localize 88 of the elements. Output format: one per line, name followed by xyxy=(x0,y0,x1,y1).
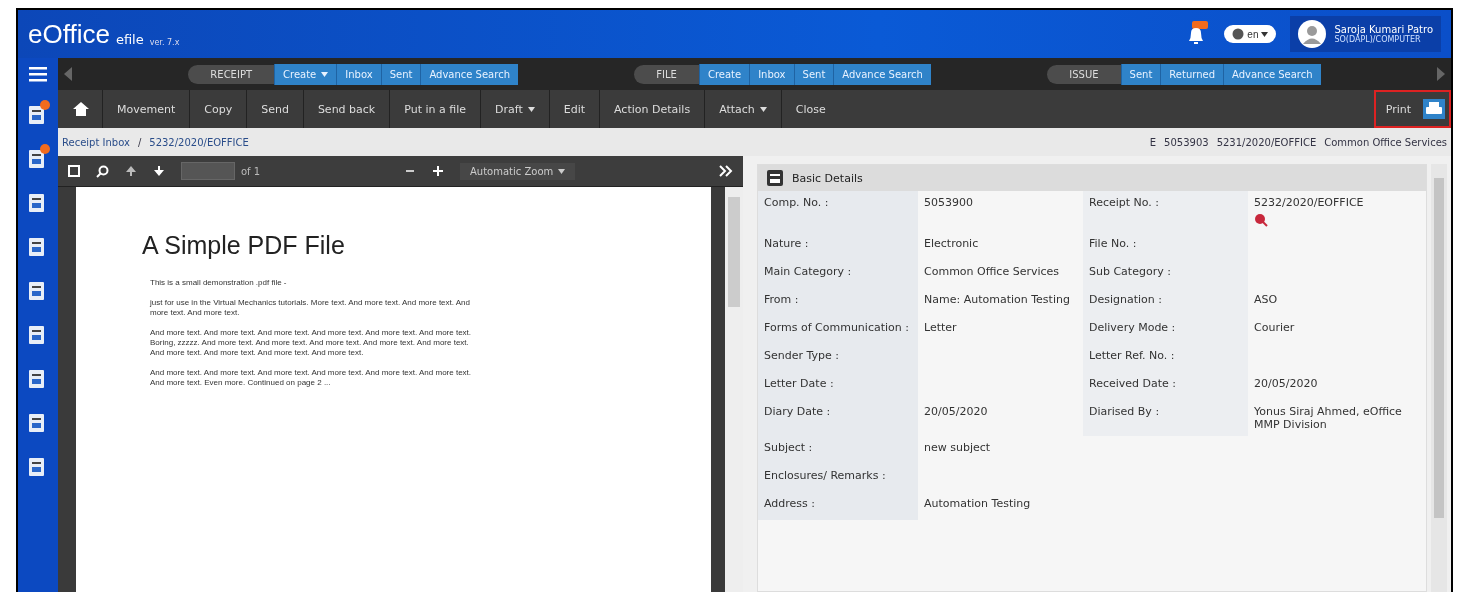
field-value: Common Office Services xyxy=(924,265,1060,278)
zoom-in-icon[interactable] xyxy=(431,165,444,177)
version-label: ver. 7.x xyxy=(149,38,180,47)
module-label: FILE xyxy=(634,64,699,84)
module-link[interactable]: Inbox xyxy=(749,63,794,85)
field-label: Nature : xyxy=(764,237,809,250)
field-label: Comp. No. : xyxy=(764,196,829,209)
module-link[interactable]: Sent xyxy=(1120,63,1161,85)
field-label: Letter Ref. No. : xyxy=(1089,349,1175,362)
field-value: 5053900 xyxy=(924,196,973,209)
field-value: 20/05/2020 xyxy=(924,405,988,418)
field-label: Diary Date : xyxy=(764,405,831,418)
field-label: Sender Type : xyxy=(764,349,839,362)
pdf-paragraph: And more text. And more text. And more text. And more text. And more text. And more text. And more text. Even more. Continued on page 2 ... xyxy=(150,368,473,388)
field-label: Sub Category : xyxy=(1089,265,1171,278)
field-value: ASO xyxy=(1254,293,1278,306)
pdf-paragraph: This is a small demonstration .pdf file - xyxy=(150,278,288,288)
field-value: Automation Testing xyxy=(924,497,1031,510)
caret-icon xyxy=(558,169,566,174)
breadcrumb-separator: / xyxy=(137,136,142,148)
down-arrow-icon[interactable] xyxy=(153,165,165,177)
field-value: 20/05/2020 xyxy=(1254,377,1318,390)
field-label: Subject : xyxy=(764,441,813,454)
field-label: Enclosures/ Remarks : xyxy=(764,469,886,482)
field-label: Main Category : xyxy=(764,265,852,278)
field-label: Address : xyxy=(764,497,815,510)
field-label: Received Date : xyxy=(1089,377,1177,390)
language-selector[interactable]: en xyxy=(1224,25,1277,43)
print-icon[interactable] xyxy=(1423,99,1445,119)
field-value: Letter xyxy=(924,321,957,334)
caret-icon xyxy=(321,72,329,77)
pdf-paragraph: just for use in the Virtual Mechanics tutorials. More text. And more text. And more text. And more text. And more text. xyxy=(150,298,471,318)
page-number-field[interactable] xyxy=(181,162,235,180)
summary-text: 5053903 xyxy=(1164,136,1209,148)
module-link[interactable]: Advance Search xyxy=(833,63,931,85)
field-label: Diarised By : xyxy=(1089,405,1160,418)
module-link[interactable]: Returned xyxy=(1160,63,1223,85)
breadcrumb-link[interactable]: Receipt Inbox xyxy=(62,136,130,148)
scroll-right-icon[interactable] xyxy=(1436,67,1445,81)
double-chevron-icon[interactable] xyxy=(719,165,733,177)
module-link[interactable]: Inbox xyxy=(336,63,381,85)
section-title: Basic Details xyxy=(792,171,863,185)
up-arrow-icon[interactable] xyxy=(125,165,137,177)
field-value: Name: Automation Testing xyxy=(924,293,1070,306)
avatar-icon[interactable] xyxy=(1298,20,1327,48)
summary-text: E xyxy=(1149,136,1157,148)
field-value: Electronic xyxy=(924,237,979,250)
field-label: Receipt No. : xyxy=(1089,196,1160,209)
home-icon[interactable] xyxy=(72,101,90,117)
zoom-dropdown[interactable]: Automatic Zoom xyxy=(459,162,576,180)
user-name[interactable]: Saroja Kumari Patro xyxy=(1334,24,1433,35)
menu-icon[interactable] xyxy=(29,66,47,82)
caret-icon xyxy=(527,107,535,112)
breadcrumb-current: 5232/2020/EOFFICE xyxy=(149,136,249,148)
caret-icon xyxy=(759,107,767,112)
user-role: SO(DAPL)/COMPUTER xyxy=(1334,35,1422,44)
field-label: Designation : xyxy=(1089,293,1162,306)
scrollbar-thumb[interactable] xyxy=(1434,178,1444,518)
module-link[interactable]: Advance Search xyxy=(1223,63,1321,85)
field-label: From : xyxy=(764,293,799,306)
search-icon[interactable] xyxy=(96,164,109,178)
field-value: Yonus Siraj Ahmed, eOffice MMP Division xyxy=(1254,405,1402,431)
field-label: File No. : xyxy=(1089,237,1137,250)
field-value: Courier xyxy=(1254,321,1295,334)
field-label: Delivery Mode : xyxy=(1089,321,1176,334)
page-count: of 1 xyxy=(241,165,261,177)
module-label: RECEIPT xyxy=(188,64,274,84)
field-value: 5232/2020/EOFFICE xyxy=(1254,196,1364,209)
module-link[interactable]: Sent xyxy=(793,63,834,85)
sidebar-toggle-icon[interactable] xyxy=(68,165,80,177)
globe-icon xyxy=(1232,28,1245,40)
caret-icon xyxy=(1261,31,1269,37)
module-link[interactable]: Advance Search xyxy=(420,63,518,85)
module-label: ISSUE xyxy=(1047,64,1121,84)
scroll-left-icon[interactable] xyxy=(64,67,72,81)
product-name: efile xyxy=(115,32,144,47)
pdf-paragraph: And more text. And more text. And more text. And more text. And more text. And more text. Boring, zzzzz. And more text. And more text. And more text. And more text. And more text. And more text. And more text. And more text. And more text. xyxy=(150,328,473,358)
module-link[interactable]: Sent xyxy=(380,63,421,85)
scrollbar-thumb[interactable] xyxy=(728,197,740,307)
module-link[interactable]: Create xyxy=(274,63,337,85)
field-value: new subject xyxy=(924,441,991,454)
summary-text: Common Office Services xyxy=(1324,136,1447,148)
field-label: Forms of Communication : xyxy=(764,321,909,334)
module-link[interactable]: Create xyxy=(698,63,750,85)
field-label: Letter Date : xyxy=(764,377,834,390)
summary-text: 5231/2020/EOFFICE xyxy=(1216,136,1317,148)
pdf-title: A Simple PDF File xyxy=(142,231,346,260)
eoffice-logo: eOffice xyxy=(28,21,110,47)
